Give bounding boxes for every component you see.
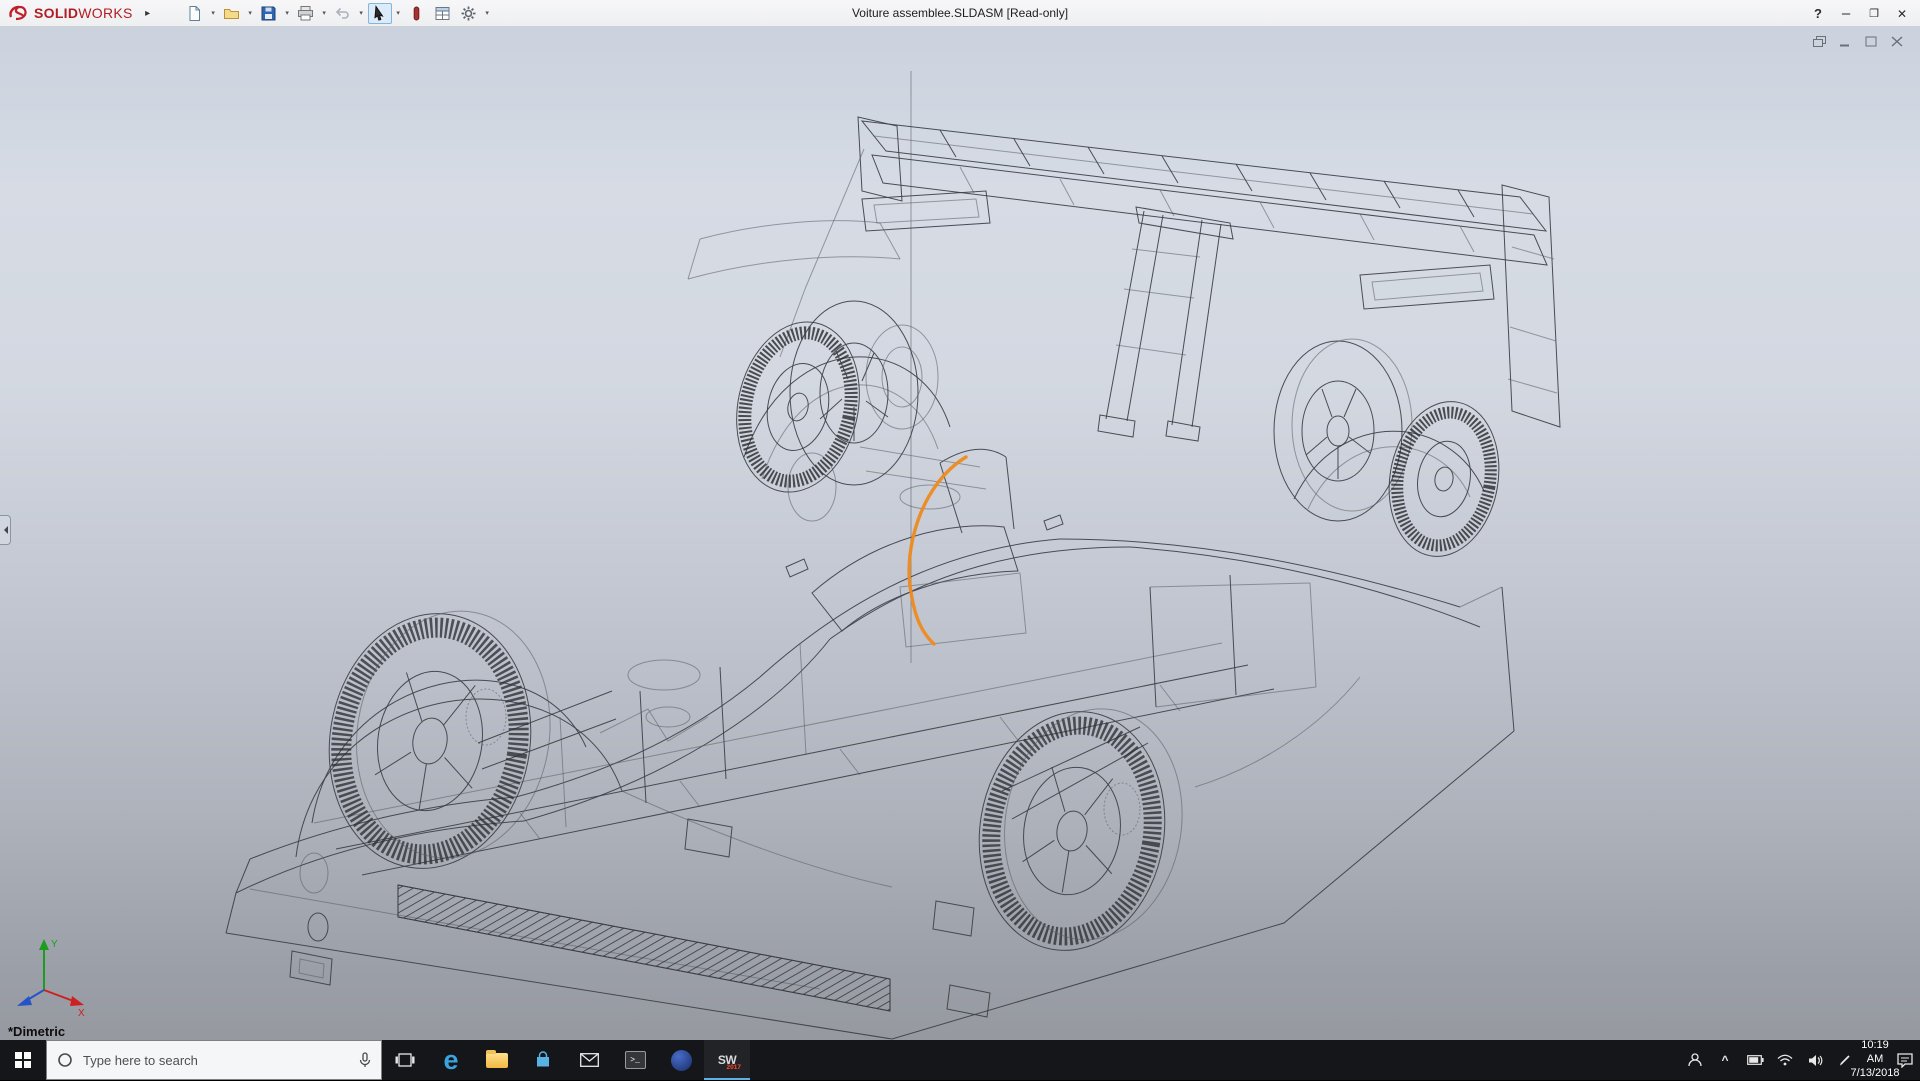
volume-icon[interactable] [1800, 1040, 1830, 1080]
document-window-controls [1808, 33, 1908, 50]
print-button[interactable] [294, 3, 318, 24]
doc-restore-button[interactable] [1860, 33, 1882, 50]
solidworks-logo-mark [8, 4, 30, 22]
document-title: Voiture assemblee.SLDASM [Read-only] [852, 0, 1068, 27]
doc-minimize-button[interactable] [1834, 33, 1856, 50]
chevron-up-icon: ^ [1721, 1053, 1728, 1067]
open-caret[interactable]: ▾ [246, 9, 255, 17]
solidworks-app-icon[interactable]: SW 2017 [704, 1040, 750, 1080]
triad-x-label: X [78, 1008, 85, 1018]
store-bag-icon [534, 1051, 552, 1069]
open-button[interactable] [220, 3, 244, 24]
front-splitter-grille [398, 885, 890, 1011]
save-caret[interactable]: ▾ [283, 9, 292, 17]
sw-year-badge: 2017 [727, 1064, 741, 1071]
task-view-button[interactable] [382, 1040, 428, 1080]
brand-text-works: WORKS [78, 5, 132, 21]
options-button[interactable] [457, 3, 481, 24]
people-icon[interactable] [1680, 1040, 1710, 1080]
triad-y-label: Y [51, 939, 58, 950]
command-prompt-icon[interactable]: >_ [612, 1040, 658, 1080]
task-view-icon [395, 1052, 415, 1068]
battery-icon[interactable] [1740, 1040, 1770, 1080]
view-orientation-label: *Dimetric [8, 1024, 65, 1039]
solidworks-taskbar-icon: SW 2017 [714, 1048, 740, 1072]
rear-right-wheel [1274, 339, 1511, 565]
front-left-wheel [311, 593, 567, 886]
edge-icon: e [443, 1047, 458, 1074]
save-button[interactable] [257, 3, 281, 24]
chevron-left-icon [0, 526, 8, 534]
brand-text-solid: SOLID [34, 5, 78, 21]
options-caret[interactable]: ▾ [483, 9, 492, 17]
appearance-button[interactable] [405, 3, 429, 24]
terminal-icon: >_ [625, 1051, 646, 1069]
doc-close-button[interactable] [1886, 33, 1908, 50]
collapse-pane-arrow[interactable] [0, 515, 11, 545]
select-caret[interactable]: ▾ [394, 9, 403, 17]
minimize-button[interactable]: – [1832, 5, 1860, 22]
new-document-caret[interactable]: ▾ [209, 9, 218, 17]
undo-button[interactable] [331, 3, 355, 24]
search-input[interactable] [81, 1052, 351, 1069]
solidworks-logo: SOLIDWORKS [0, 4, 133, 22]
window-controls: ? – ❐ ✕ [1804, 0, 1916, 27]
store-app-icon[interactable] [520, 1040, 566, 1080]
print-caret[interactable]: ▾ [320, 9, 329, 17]
rear-left-wheel [962, 692, 1198, 966]
mail-app-icon[interactable] [566, 1040, 612, 1080]
evaluate-button[interactable] [431, 3, 455, 24]
select-button[interactable] [368, 3, 392, 24]
rear-wing [780, 117, 1560, 441]
file-explorer-icon[interactable] [474, 1040, 520, 1080]
undo-caret[interactable]: ▾ [357, 9, 366, 17]
close-button[interactable]: ✕ [1888, 7, 1916, 21]
graphics-area[interactable]: Y X *Dimetric [0, 27, 1920, 1040]
edge-app-icon[interactable]: e [428, 1040, 474, 1080]
taskbar: e >_ SW 2017 ^ [0, 1040, 1920, 1080]
windows-logo-icon [15, 1052, 31, 1068]
cortana-icon [57, 1052, 73, 1068]
new-document-button[interactable] [183, 3, 207, 24]
maximize-button[interactable]: ❐ [1860, 7, 1888, 20]
network-icon[interactable] [1770, 1040, 1800, 1080]
toolbar-flyout-arrow[interactable]: ▸ [141, 8, 155, 19]
taskbar-search[interactable] [46, 1040, 382, 1080]
envelope-icon [580, 1053, 599, 1067]
media-icon [671, 1050, 692, 1071]
media-app-icon[interactable] [658, 1040, 704, 1080]
microphone-icon[interactable] [359, 1052, 371, 1068]
wireframe-model[interactable] [0, 27, 1920, 1040]
main-toolbar: ▾ ▾ ▾ ▾ ▾ ▾ ▾ [183, 3, 492, 24]
doc-tile-button[interactable] [1808, 33, 1830, 50]
folder-icon [486, 1053, 508, 1068]
brand-text: SOLIDWORKS [34, 5, 133, 21]
car-body [226, 357, 1514, 1039]
titlebar: SOLIDWORKS ▸ ▾ ▾ ▾ ▾ ▾ ▾ [0, 0, 1920, 27]
clock-time: 10:19 AM [1860, 1039, 1890, 1067]
taskbar-clock[interactable]: 10:19 AM 7/13/2018 [1860, 1040, 1890, 1080]
help-button[interactable]: ? [1804, 6, 1832, 21]
start-button[interactable] [0, 1040, 46, 1080]
front-right-wheel [721, 301, 938, 504]
system-tray: ^ 10:19 AM 7/13/2018 [1680, 1040, 1920, 1080]
hidden-icons-chevron[interactable]: ^ [1710, 1040, 1740, 1080]
action-center-icon[interactable] [1890, 1040, 1920, 1080]
orientation-triad: Y X [12, 932, 102, 1018]
